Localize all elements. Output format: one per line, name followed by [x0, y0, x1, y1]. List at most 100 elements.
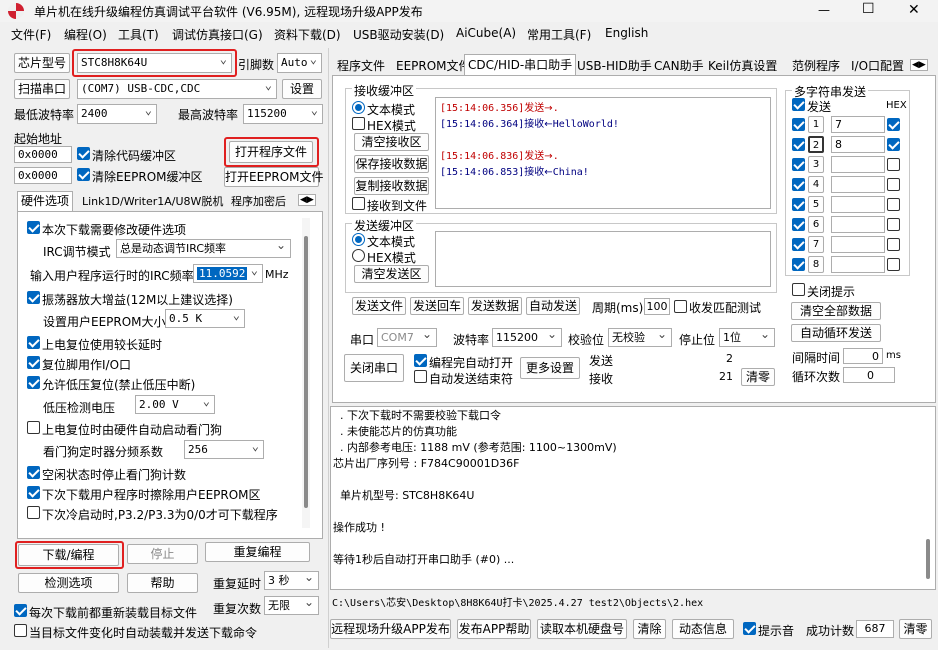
- multi-row-input[interactable]: 8: [831, 136, 885, 153]
- scan-port-button[interactable]: 扫描串口: [14, 79, 70, 99]
- serial-port-select[interactable]: COM7: [377, 328, 437, 347]
- tab-hardware-options[interactable]: 硬件选项: [17, 191, 74, 211]
- multi-row-send-button[interactable]: 4: [808, 176, 824, 193]
- menu-tools[interactable]: 工具(T): [118, 26, 159, 43]
- stop-bit-select[interactable]: 1位: [719, 328, 775, 347]
- multi-row-send-button[interactable]: 1: [808, 116, 824, 133]
- log-scrollbar-thumb[interactable]: [926, 539, 930, 579]
- modify-hw-checkbox[interactable]: [27, 221, 40, 234]
- minimize-button[interactable]: —: [818, 3, 830, 17]
- multi-row-input[interactable]: [831, 156, 885, 173]
- lvd-reset-checkbox[interactable]: [27, 376, 40, 389]
- success-clear-button[interactable]: 清零: [899, 619, 932, 639]
- options-scrollbar[interactable]: [302, 218, 310, 528]
- menu-download[interactable]: 资料下载(D): [274, 26, 341, 43]
- multi-row-hex-checkbox[interactable]: [887, 118, 900, 131]
- dynamic-info-button[interactable]: 动态信息: [672, 619, 734, 639]
- log-scrollbar[interactable]: [925, 411, 931, 585]
- reset-io-checkbox[interactable]: [27, 356, 40, 369]
- wdt-div-select[interactable]: 256: [184, 440, 264, 459]
- save-receive-button[interactable]: 保存接收数据: [354, 155, 429, 173]
- tab-can[interactable]: CAN助手: [651, 57, 707, 75]
- tab-io-config[interactable]: I/O口配置: [848, 57, 907, 75]
- multi-row-hex-checkbox[interactable]: [887, 138, 900, 151]
- stop-button[interactable]: 停止: [127, 544, 198, 564]
- close-button[interactable]: ✕: [908, 2, 920, 18]
- multi-row-send-button[interactable]: 6: [808, 216, 824, 233]
- multi-row-send-checkbox[interactable]: [792, 118, 805, 131]
- chip-model-button[interactable]: 芯片型号: [14, 53, 70, 73]
- auto-open-checkbox[interactable]: [414, 354, 427, 367]
- auto-cycle-send-button[interactable]: 自动循环发送: [791, 324, 881, 342]
- multi-row-send-checkbox[interactable]: [792, 178, 805, 191]
- recv-text-mode-radio[interactable]: [352, 101, 365, 114]
- publish-app-button[interactable]: 远程现场升级APP发布: [330, 619, 451, 639]
- repeat-delay-select[interactable]: 3 秒: [264, 571, 319, 590]
- osc-gain-checkbox[interactable]: [27, 291, 40, 304]
- settings-button[interactable]: 设置: [282, 79, 322, 99]
- erase-eeprom-checkbox[interactable]: [27, 486, 40, 499]
- read-disk-button[interactable]: 读取本机硬盘号: [537, 619, 627, 639]
- options-scrollbar-thumb[interactable]: [304, 236, 308, 508]
- multi-row-hex-checkbox[interactable]: [887, 218, 900, 231]
- multi-row-send-checkbox[interactable]: [792, 258, 805, 271]
- send-text-mode-radio[interactable]: [352, 233, 365, 246]
- copy-receive-button[interactable]: 复制接收数据: [354, 177, 429, 195]
- help-button[interactable]: 帮助: [127, 573, 198, 593]
- multi-row-input[interactable]: 7: [831, 116, 885, 133]
- multi-row-send-button[interactable]: 2: [808, 136, 824, 153]
- clear-eeprom-checkbox[interactable]: [77, 168, 90, 181]
- multi-row-send-checkbox[interactable]: [792, 218, 805, 231]
- parity-select[interactable]: 无校验: [608, 328, 672, 347]
- reprogram-button[interactable]: 重复编程: [205, 542, 310, 562]
- tab-serial-assistant[interactable]: CDC/HID-串口助手: [464, 54, 577, 75]
- cycles-input[interactable]: 0: [843, 367, 895, 383]
- send-hex-mode-radio[interactable]: [352, 249, 365, 262]
- clear-send-button[interactable]: 清空发送区: [354, 265, 429, 283]
- multi-row-send-button[interactable]: 5: [808, 196, 824, 213]
- tab-examples[interactable]: 范例程序: [789, 57, 843, 75]
- auto-end-checkbox[interactable]: [414, 370, 427, 383]
- receive-to-file-checkbox[interactable]: [352, 197, 365, 210]
- multi-row-send-checkbox[interactable]: [792, 138, 805, 151]
- send-return-button[interactable]: 发送回车: [410, 297, 464, 315]
- multi-row-send-checkbox[interactable]: [792, 198, 805, 211]
- menu-common-tools[interactable]: 常用工具(F): [527, 26, 591, 43]
- menu-debug[interactable]: 调试仿真接口(G): [172, 26, 263, 43]
- port-select[interactable]: (COM7) USB-CDC,CDC: [77, 79, 277, 99]
- multi-row-input[interactable]: [831, 196, 885, 213]
- send-textarea[interactable]: [435, 231, 771, 287]
- multi-row-hex-checkbox[interactable]: [887, 198, 900, 211]
- tab-keil[interactable]: Keil仿真设置: [705, 57, 780, 75]
- eeprom-address-input[interactable]: 0x0000: [14, 167, 72, 184]
- cold-boot-checkbox[interactable]: [27, 506, 40, 519]
- multi-row-input[interactable]: [831, 256, 885, 273]
- recv-hex-mode-checkbox[interactable]: [352, 117, 365, 130]
- open-eeprom-file-button[interactable]: 打开EEPROM文件: [224, 167, 324, 187]
- tab-eeprom-file[interactable]: EEPROM文件: [393, 57, 474, 75]
- wdt-start-checkbox[interactable]: [27, 421, 40, 434]
- menu-aicube[interactable]: AiCube(A): [456, 26, 516, 40]
- multi-row-input[interactable]: [831, 176, 885, 193]
- publish-help-button[interactable]: 发布APP帮助: [457, 619, 531, 639]
- tab-usb-hid[interactable]: USB-HID助手: [574, 57, 655, 75]
- menu-file[interactable]: 文件(F): [11, 26, 51, 43]
- min-baud-select[interactable]: 2400: [77, 104, 157, 124]
- max-baud-select[interactable]: 115200: [243, 104, 323, 124]
- tab-program-file[interactable]: 程序文件: [334, 57, 388, 75]
- tab-encrypt[interactable]: 程序加密后: [228, 193, 289, 211]
- auto-load-checkbox[interactable]: [14, 624, 27, 637]
- beep-checkbox[interactable]: [743, 622, 756, 635]
- multi-row-hex-checkbox[interactable]: [887, 158, 900, 171]
- multi-row-send-button[interactable]: 7: [808, 236, 824, 253]
- menu-program[interactable]: 编程(O): [64, 26, 107, 43]
- tab-scroll-arrows[interactable]: ◀▶: [298, 194, 316, 206]
- irc-freq-select[interactable]: 11.0592: [193, 264, 263, 283]
- idle-wdt-checkbox[interactable]: [27, 466, 40, 479]
- send-file-button[interactable]: 发送文件: [352, 297, 406, 315]
- clear-receive-button[interactable]: 清空接收区: [354, 133, 429, 151]
- close-port-button[interactable]: 关闭串口: [344, 354, 404, 382]
- pins-select[interactable]: Auto: [277, 53, 322, 73]
- lvd-select[interactable]: 2.00 V: [135, 395, 215, 414]
- baud-select[interactable]: 115200: [492, 328, 562, 347]
